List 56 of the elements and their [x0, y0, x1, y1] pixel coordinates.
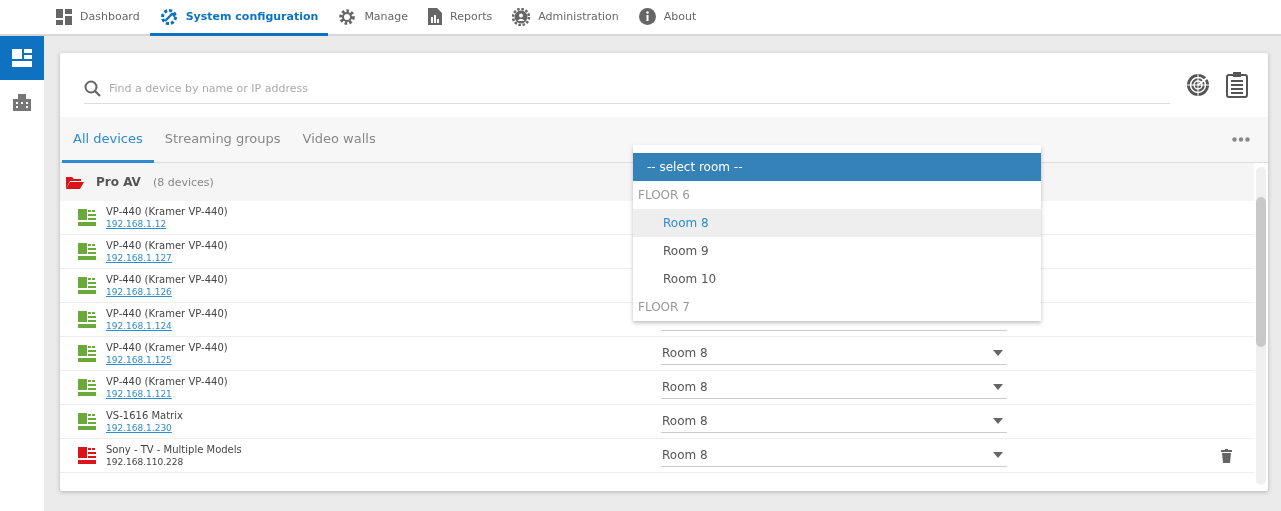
dropdown-header[interactable]: -- select room --	[633, 153, 1041, 181]
room-option[interactable]: Room 10	[633, 265, 1041, 293]
radar-icon[interactable]	[1186, 73, 1210, 97]
ip-link[interactable]: 192.168.1.121	[106, 389, 316, 399]
ip-link[interactable]: 192.168.1.126	[106, 287, 316, 297]
caret-icon	[993, 350, 1003, 356]
room-select[interactable]: Room 8	[661, 444, 1007, 467]
caret-icon	[993, 384, 1003, 390]
floor-label: FLOOR 7	[637, 299, 691, 316]
tab[interactable]: Video walls	[291, 117, 387, 163]
ip-link[interactable]: 192.168.1.124	[106, 321, 316, 331]
ip-link[interactable]: 192.168.1.127	[106, 253, 316, 263]
nav-tab[interactable]: System configuration	[149, 0, 329, 36]
device-count: (8 devices)	[152, 175, 214, 189]
clipboard-icon[interactable]	[1226, 72, 1248, 98]
gear-icon	[338, 7, 357, 26]
report-icon	[428, 8, 443, 25]
device-name: VP-440 (Kramer VP-440)	[106, 206, 229, 217]
device-name: Sony - TV - Multiple Models	[106, 444, 243, 455]
caret-icon	[993, 452, 1003, 458]
scrollbar-thumb[interactable]	[1256, 197, 1266, 347]
room-select[interactable]: Room 8	[661, 342, 1007, 365]
floor-label: FLOOR 6	[637, 187, 691, 204]
device-name: VP-440 (Kramer VP-440)	[106, 376, 229, 387]
building-icon	[13, 93, 31, 111]
dashboard-icon	[56, 8, 72, 25]
ip-link[interactable]: 192.168.1.230	[106, 423, 316, 433]
nav-tab[interactable]: Administration	[502, 0, 629, 36]
more-icon[interactable]	[1232, 137, 1250, 142]
room-option[interactable]: Room 8	[633, 209, 1041, 237]
device-name: VP-440 (Kramer VP-440)	[106, 240, 229, 251]
ip-address: 192.168.110.228	[106, 457, 185, 467]
trash-icon[interactable]	[1221, 448, 1232, 463]
nav-tab[interactable]: Manage	[328, 0, 419, 36]
device-name: VP-440 (Kramer VP-440)	[106, 342, 229, 353]
device-name: VS-1616 Matrix	[106, 410, 184, 421]
ip-link[interactable]: 192.168.1.12	[106, 219, 316, 229]
devices-icon	[12, 49, 32, 67]
sidebar-button[interactable]	[0, 36, 44, 80]
room-select[interactable]: Room 8	[661, 376, 1007, 399]
group-name: Pro AV	[96, 175, 141, 189]
folder-icon	[66, 175, 84, 189]
ip-link[interactable]: 192.168.1.125	[106, 355, 316, 365]
search-icon	[84, 80, 101, 97]
wrench-gear-icon	[159, 7, 178, 26]
nav-tab[interactable]: Reports	[418, 0, 503, 36]
tab[interactable]: Streaming groups	[153, 117, 292, 163]
device-name: VP-440 (Kramer VP-440)	[106, 274, 229, 285]
gear-icon	[512, 7, 531, 26]
room-select[interactable]: Room 8	[661, 410, 1007, 433]
room-option[interactable]: Room 9	[633, 237, 1041, 265]
nav-tab[interactable]: About	[628, 0, 707, 36]
device-name: VP-440 (Kramer VP-440)	[106, 308, 229, 319]
nav-tab[interactable]: Dashboard	[46, 0, 150, 36]
info-icon	[638, 8, 656, 25]
caret-icon	[993, 418, 1003, 424]
